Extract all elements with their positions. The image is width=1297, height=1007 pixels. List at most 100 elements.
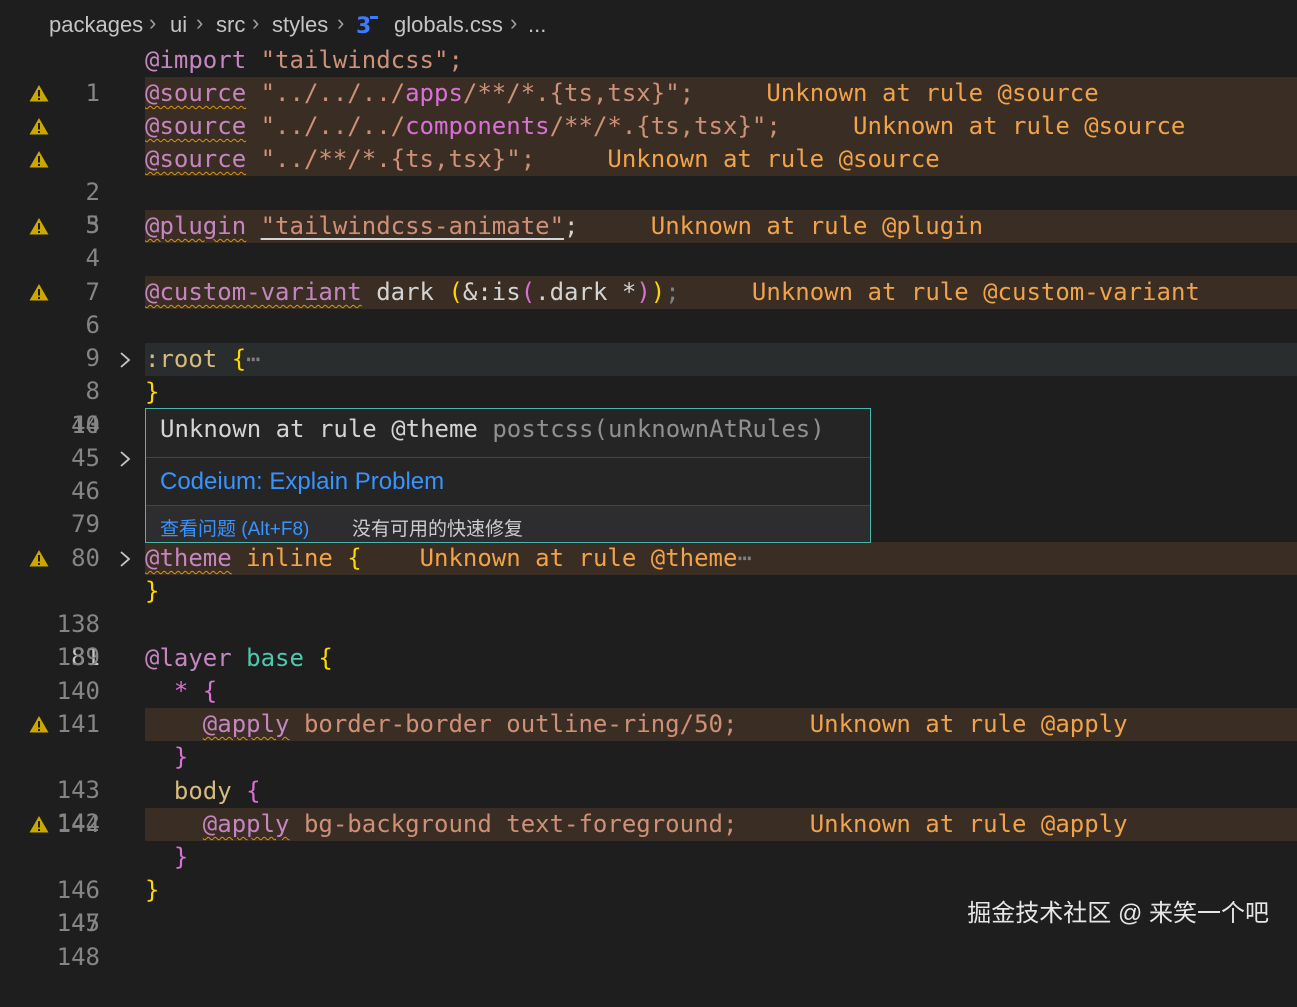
keyword: base xyxy=(231,644,304,672)
code-line[interactable]: 141 * { xyxy=(0,675,1297,738)
code-line[interactable]: 144 body { xyxy=(0,775,1297,838)
chevron-right-icon: › xyxy=(337,10,345,35)
inline-warning-message: Unknown at rule @source xyxy=(766,79,1099,107)
code-line[interactable]: 6 @plugin "tailwindcss-animate"; Unknown… xyxy=(0,210,1297,339)
code-line[interactable]: 145 @apply bg-background text-foreground… xyxy=(0,808,1297,937)
brace: } xyxy=(145,378,160,406)
at-rule: @custom-variant xyxy=(145,278,362,306)
breadcrumb-packages[interactable]: packages xyxy=(49,12,143,38)
hover-source: postcss(unknownAtRules) xyxy=(492,415,825,443)
code-line[interactable]: 81 @theme inline { Unknown at rule @them… xyxy=(0,542,1297,671)
code-line[interactable]: 5 xyxy=(0,176,1297,239)
selector: &:is xyxy=(462,278,521,306)
chevron-right-icon: › xyxy=(510,10,518,35)
code-line[interactable]: 142 @apply border-border outline-ring/50… xyxy=(0,708,1297,837)
inline-warning-message: Unknown at rule @plugin xyxy=(650,212,984,240)
breadcrumb: packages › ui › src › styles › 3 globals… xyxy=(0,0,1297,46)
breadcrumb-src[interactable]: src xyxy=(216,12,245,38)
warning-icon[interactable] xyxy=(29,283,49,301)
brace: { xyxy=(332,544,362,572)
code-line[interactable]: 8 @custom-variant dark (&:is(.dark *)); … xyxy=(0,276,1297,405)
selector: .dark * xyxy=(535,278,637,306)
inline-warning-message: Unknown at rule @theme xyxy=(419,544,738,572)
semicolon: ; xyxy=(665,278,680,306)
code-line[interactable]: 143 } xyxy=(0,741,1297,804)
at-rule: @apply xyxy=(202,810,290,838)
warning-icon[interactable] xyxy=(29,150,49,168)
svg-text:3: 3 xyxy=(356,14,371,37)
breadcrumb-styles[interactable]: styles xyxy=(272,12,328,38)
watermark: 掘金技术社区 @ 来笑一个吧 xyxy=(967,900,1269,927)
brace: { xyxy=(231,777,261,805)
chevron-right-icon: › xyxy=(252,10,260,35)
folded-ellipsis[interactable]: ⋯ xyxy=(737,544,751,572)
code-line[interactable]: 138 } xyxy=(0,575,1297,638)
warning-icon[interactable] xyxy=(29,84,49,102)
chevron-right-icon[interactable] xyxy=(118,550,132,568)
warning-icon[interactable] xyxy=(29,815,49,833)
hover-message-row: Unknown at rule @theme postcss(unknownAt… xyxy=(160,415,825,443)
inline-warning-message: Unknown at rule @apply xyxy=(809,810,1128,838)
paren: ( xyxy=(520,278,536,306)
inline-warning-message: Unknown at rule @custom-variant xyxy=(751,278,1200,306)
brace: { xyxy=(217,345,247,373)
warning-icon[interactable] xyxy=(29,715,49,733)
divider xyxy=(146,457,870,458)
code-line[interactable]: 4 @source "../**/*.{ts,tsx}"; Unknown at… xyxy=(0,143,1297,272)
selector: * xyxy=(145,677,189,705)
folded-ellipsis[interactable]: ⋯ xyxy=(246,345,260,373)
code-line[interactable]: 1 @import "tailwindcss"; xyxy=(0,44,1297,107)
at-rule: @import xyxy=(145,46,247,74)
keyword: inline xyxy=(231,544,333,572)
code-line[interactable]: 3 @source "../../../components/**/*.{ts,… xyxy=(0,110,1297,239)
code-line[interactable]: 2 @source "../../../apps/**/*.{ts,tsx}";… xyxy=(0,77,1297,206)
line-number: 148 xyxy=(56,943,100,971)
at-rule: @source xyxy=(145,112,247,140)
at-rule: @layer xyxy=(145,644,232,672)
paren: ( xyxy=(448,278,463,306)
selector: body xyxy=(145,777,232,805)
warning-icon[interactable] xyxy=(29,549,49,567)
paren: ) xyxy=(636,278,651,306)
breadcrumb-more[interactable]: ... xyxy=(528,12,546,38)
brace: { xyxy=(188,677,218,705)
breadcrumb-ui[interactable]: ui xyxy=(170,12,187,38)
view-problem-link[interactable]: 查看问题 (Alt+F8) xyxy=(160,514,309,541)
brace: { xyxy=(303,644,333,672)
explain-problem-link[interactable]: Codeium: Explain Problem xyxy=(160,468,444,496)
chevron-right-icon[interactable] xyxy=(118,450,132,468)
hover-message: Unknown at rule @theme xyxy=(160,415,478,443)
path-segment: components xyxy=(405,112,550,140)
string-literal: /**/*.{ts,tsx}"; xyxy=(549,112,781,140)
chevron-right-icon[interactable] xyxy=(118,351,132,369)
string-literal: "tailwindcss-animate" xyxy=(260,212,565,240)
variant-name: dark xyxy=(361,278,449,306)
breadcrumb-file[interactable]: globals.css xyxy=(394,12,503,38)
css-file-icon: 3 xyxy=(356,14,378,37)
problem-hover-popup: Unknown at rule @theme postcss(unknownAt… xyxy=(145,408,871,543)
string-literal: "../../../ xyxy=(246,79,406,107)
hover-status-bar: 查看问题 (Alt+F8) 没有可用的快速修复 xyxy=(146,506,870,542)
chevron-right-icon: › xyxy=(149,10,157,35)
inline-warning-message: Unknown at rule @apply xyxy=(809,710,1128,738)
string-literal: "tailwindcss"; xyxy=(246,46,463,74)
code-line[interactable]: 7 xyxy=(0,243,1297,306)
code-line[interactable]: 139 xyxy=(0,608,1297,671)
string-literal: "../**/*.{ts,tsx}"; xyxy=(246,145,536,173)
at-rule: @theme xyxy=(145,544,232,572)
brace: } xyxy=(145,577,160,605)
selector: :root xyxy=(145,345,218,373)
code-line[interactable]: 10 :root {⋯ xyxy=(0,343,1297,439)
at-rule: @plugin xyxy=(145,212,247,240)
brace: } xyxy=(173,843,189,871)
code-line[interactable]: 140 @layer base { xyxy=(0,642,1297,705)
paren: ) xyxy=(650,278,666,306)
apply-value: border-border outline-ring/50; xyxy=(289,710,738,738)
code-line[interactable]: 44 } xyxy=(0,376,1297,439)
code-line[interactable]: 146 } xyxy=(0,841,1297,904)
warning-icon[interactable] xyxy=(29,217,49,235)
warning-icon[interactable] xyxy=(29,117,49,135)
at-rule: @source xyxy=(145,79,247,107)
code-line[interactable]: 9 xyxy=(0,309,1297,372)
semicolon: ; xyxy=(564,212,579,240)
